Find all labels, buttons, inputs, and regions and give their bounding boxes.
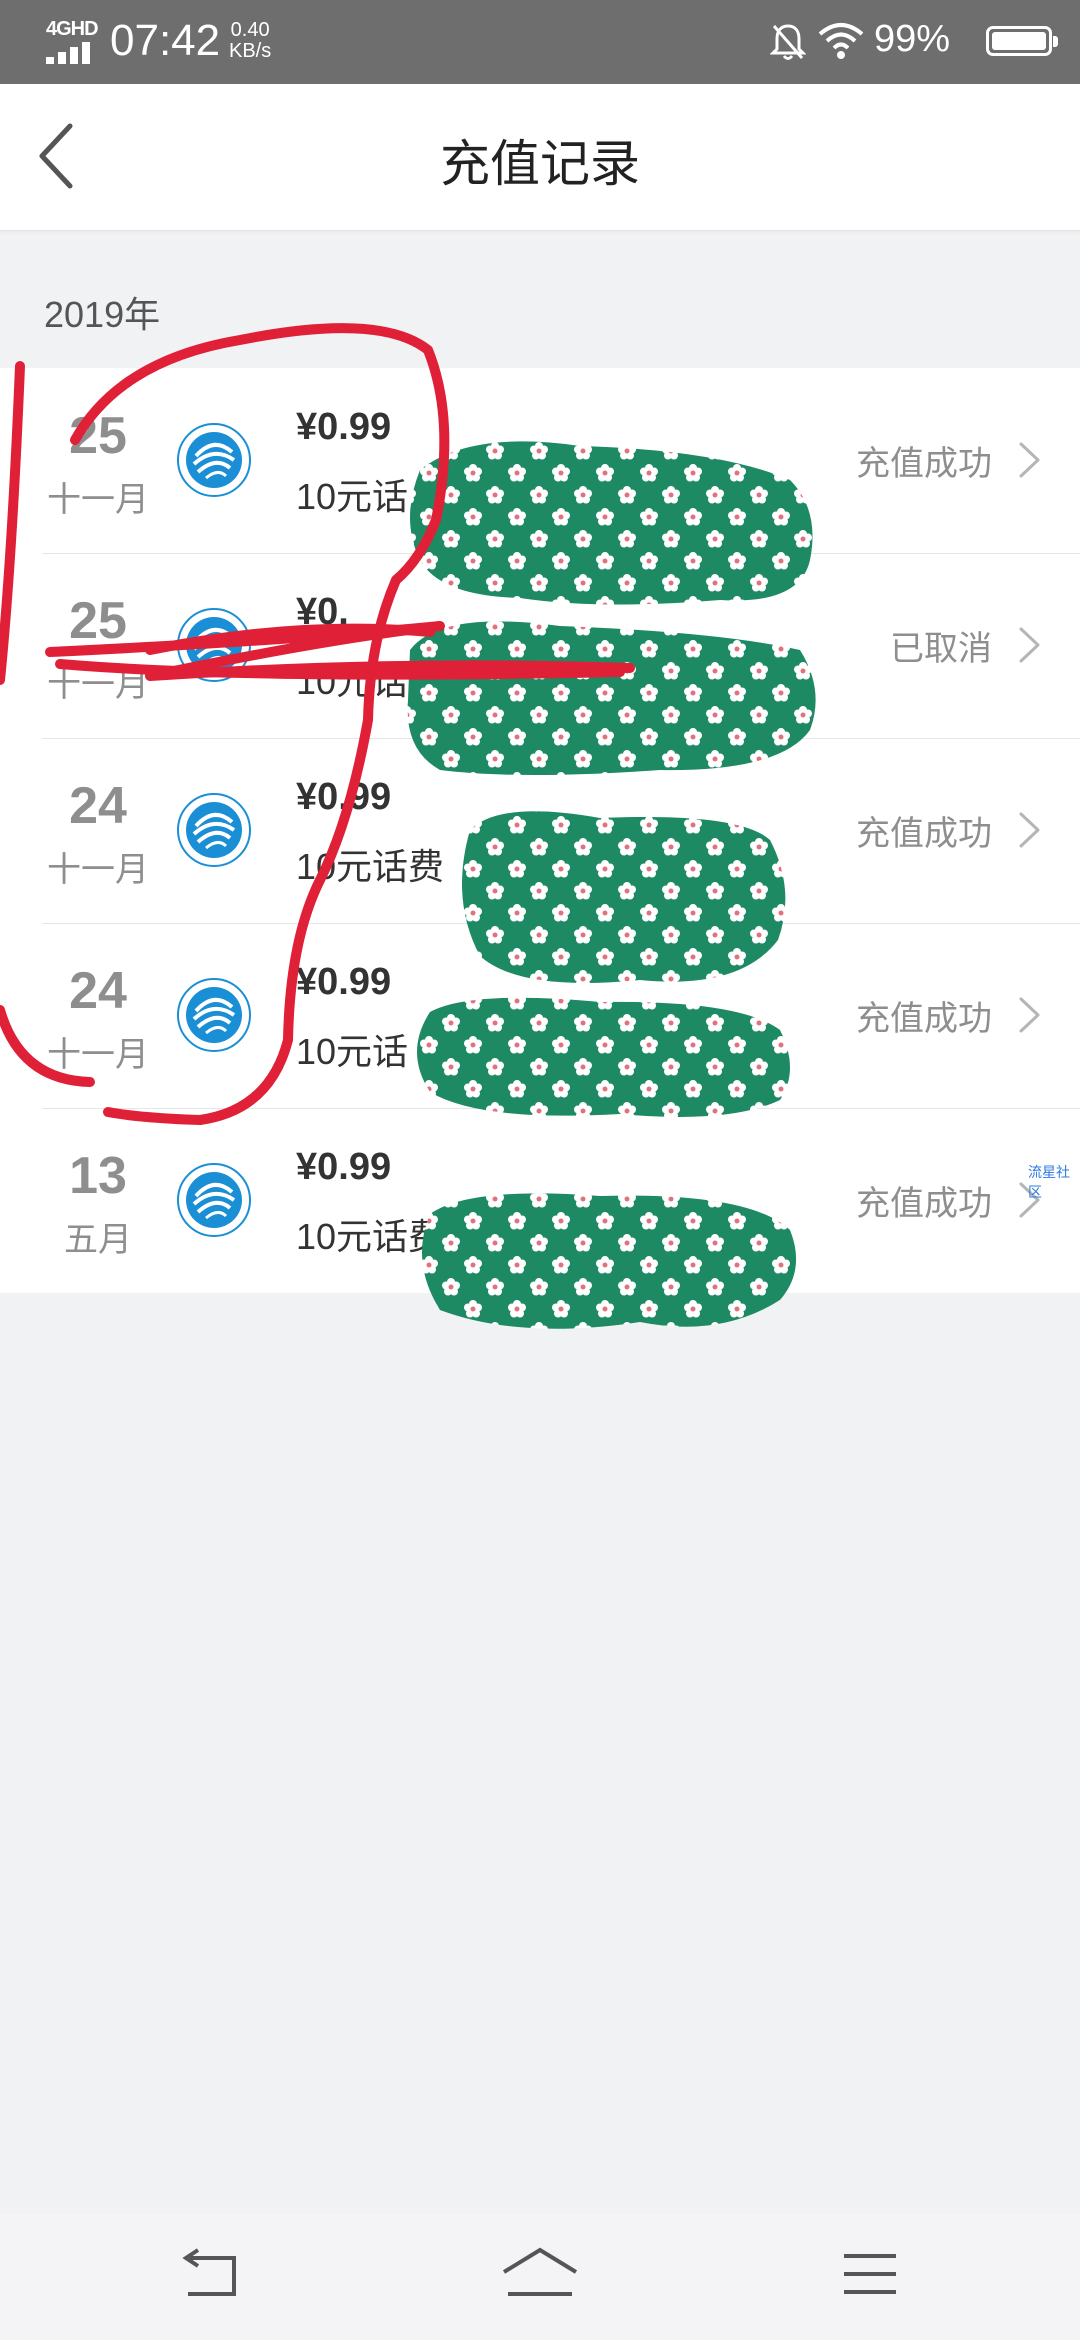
record-status: 已取消 [890, 630, 992, 668]
record-row[interactable]: 13 五月 ¥0.99 10元话费 充值成功 [0, 1108, 1080, 1293]
chevron-right-icon [1019, 627, 1040, 663]
bell-off-icon [770, 24, 806, 60]
record-row[interactable]: 24 十一月 ¥0.99 10元话 充值成功 [0, 923, 1080, 1108]
record-description: 10元话 [296, 476, 409, 517]
speed-value: 0.40 [230, 19, 270, 41]
page-title: 充值记录 [440, 136, 640, 192]
record-status: 充值成功 [856, 815, 992, 853]
record-amount: ¥0.99 [296, 406, 392, 448]
record-day: 13 [69, 1147, 127, 1205]
record-amount: ¥0.99 [296, 1146, 392, 1188]
china-mobile-logo-icon [177, 608, 251, 682]
record-amount: ¥0.99 [296, 776, 392, 818]
record-status: 充值成功 [856, 1185, 992, 1223]
record-row[interactable]: 24 十一月 ¥0.99 10元话费 充值成功 [0, 738, 1080, 923]
speed-unit: KB/s [229, 40, 272, 62]
battery-percent: 99% [874, 18, 951, 60]
record-amount: ¥0. [296, 591, 349, 633]
watermark-text: 流星社区 [1028, 1164, 1070, 1200]
app-header: 充值记录 [0, 84, 1080, 231]
battery-icon [986, 26, 1058, 56]
record-description: 10元话费 [296, 1216, 445, 1257]
record-month: 十一月 [47, 1036, 149, 1074]
menu-nav-icon[interactable] [820, 2242, 920, 2312]
network-type: 4GHD [46, 18, 99, 40]
record-status: 充值成功 [856, 1000, 992, 1038]
record-month: 十一月 [47, 666, 149, 704]
china-mobile-logo-icon [177, 1163, 251, 1237]
record-day: 25 [69, 407, 127, 465]
record-month: 十一月 [47, 851, 149, 889]
china-mobile-logo-icon [177, 793, 251, 867]
wifi-icon [818, 23, 864, 59]
system-navigation-bar [0, 2214, 1080, 2340]
status-bar: 4GHD 07:42 0.40 KB/s 99% [0, 0, 1080, 84]
record-description: 10元话 [296, 661, 409, 702]
chevron-right-icon [1019, 997, 1040, 1033]
chevron-right-icon [1019, 442, 1040, 478]
network-speed: 0.40 KB/s [229, 20, 271, 62]
record-amount: ¥0.99 [296, 961, 392, 1003]
signal-icon: 4GHD [46, 18, 102, 64]
back-nav-icon[interactable] [160, 2242, 260, 2312]
record-day: 24 [69, 777, 127, 835]
record-description: 10元话费 [296, 846, 445, 887]
record-row[interactable]: 25 十一月 ¥0.99 10元话 充值成功 [0, 368, 1080, 553]
record-description: 10元话 [296, 1031, 409, 1072]
record-day: 25 [69, 592, 127, 650]
record-month: 十一月 [47, 481, 149, 519]
record-row[interactable]: 25 十一月 ¥0. 10元话 已取消 [0, 553, 1080, 738]
china-mobile-logo-icon [177, 423, 251, 497]
record-status: 充值成功 [856, 445, 992, 483]
record-month: 五月 [64, 1221, 132, 1259]
record-day: 24 [69, 962, 127, 1020]
chevron-right-icon [1019, 812, 1040, 848]
clock: 07:42 [110, 16, 221, 65]
recharge-record-list: 25 十一月 ¥0.99 10元话 充值成功 25 十一月 ¥0. 10元话 已 [0, 368, 1080, 1293]
home-nav-icon[interactable] [490, 2242, 590, 2312]
china-mobile-logo-icon [177, 978, 251, 1052]
year-section-label: 2019年 [44, 294, 161, 335]
